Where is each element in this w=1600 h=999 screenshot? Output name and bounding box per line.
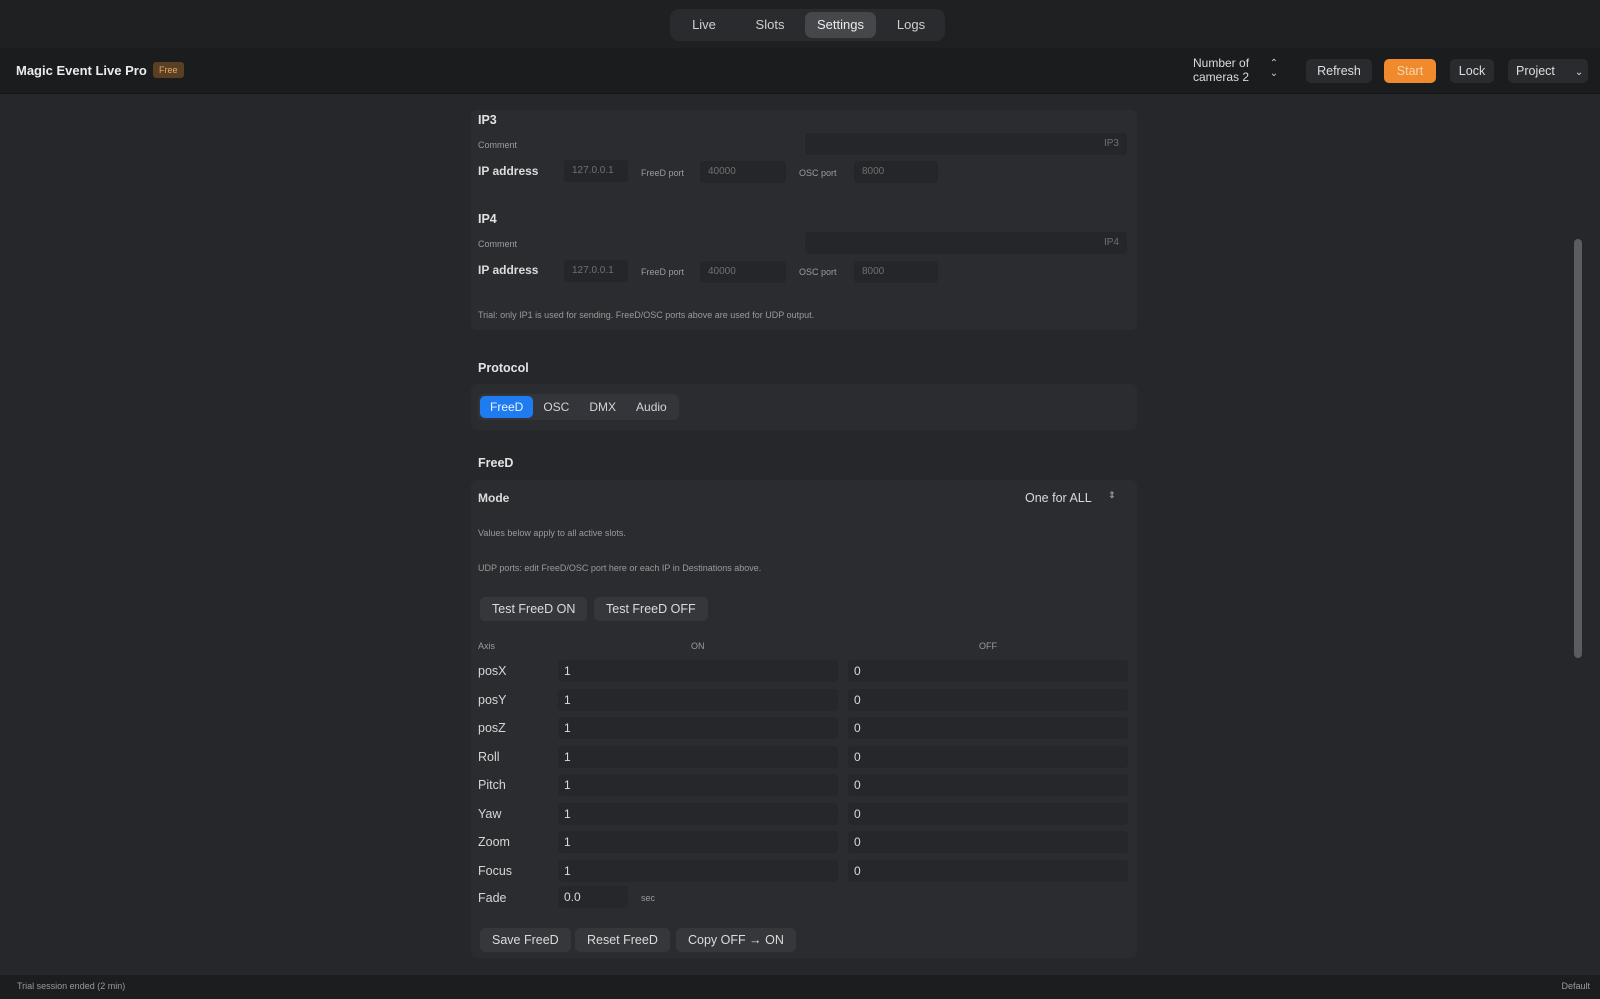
protocol-title: Protocol <box>478 361 529 375</box>
mode-label: Mode <box>478 491 510 505</box>
axis-off-input[interactable]: 0 <box>848 831 1128 853</box>
axis-on-input[interactable]: 1 <box>558 717 838 739</box>
protocol-option-audio[interactable]: Audio <box>626 396 677 418</box>
protocol-option-osc[interactable]: OSC <box>533 396 579 418</box>
scrollbar-thumb[interactable] <box>1574 239 1582 658</box>
freed-note-values: Values below apply to all active slots. <box>478 528 626 538</box>
axis-off-input[interactable]: 0 <box>848 860 1128 882</box>
fade-unit: sec <box>641 893 656 903</box>
ip3-osc-port-input[interactable]: 8000 <box>854 161 938 183</box>
ip4-ip-input[interactable]: 127.0.0.1 <box>564 260 628 282</box>
project-dropdown[interactable]: Project ⌄ <box>1508 59 1588 83</box>
axis-label: Roll <box>478 750 500 764</box>
test-freed-on-button[interactable]: Test FreeD ON <box>480 597 588 621</box>
axis-label: Pitch <box>478 778 506 792</box>
tab-slots[interactable]: Slots <box>739 12 801 38</box>
axis-off-input[interactable]: 0 <box>848 660 1128 682</box>
ip3-comment-label: Comment <box>478 140 518 150</box>
ip4-freed-port-input[interactable]: 40000 <box>700 261 786 283</box>
mode-select[interactable]: One for ALL <box>1025 491 1092 505</box>
axis-off-input[interactable]: 0 <box>848 689 1128 711</box>
axis-on-input[interactable]: 1 <box>558 831 838 853</box>
trial-note: Trial: only IP1 is used for sending. Fre… <box>478 310 815 320</box>
axis-label: posX <box>478 664 507 678</box>
chevron-down-icon: ⌄ <box>1574 67 1584 78</box>
ip3-comment-input[interactable]: IP3 <box>805 133 1127 155</box>
chevron-updown-icon[interactable]: ⇕ <box>1108 490 1116 501</box>
chevron-down-icon[interactable]: ⌄ <box>1266 69 1282 79</box>
freed-note-ports: UDP ports: edit FreeD/OSC port here or e… <box>478 563 762 573</box>
axis-label: posY <box>478 693 507 707</box>
camera-count-stepper[interactable]: ⌃ ⌄ <box>1266 59 1282 83</box>
status-bar: Trial session ended (2 min) Default <box>0 975 1600 999</box>
ip3-title: IP3 <box>478 113 497 127</box>
refresh-button[interactable]: Refresh <box>1306 59 1372 83</box>
project-label: Project <box>1516 64 1555 78</box>
copy-off-to-on-button[interactable]: Copy OFF → ON <box>676 928 796 952</box>
protocol-option-freed[interactable]: FreeD <box>480 396 534 418</box>
ip4-osc-port-input[interactable]: 8000 <box>854 261 938 283</box>
reset-freed-button[interactable]: Reset FreeD <box>575 928 670 952</box>
ip4-comment-label: Comment <box>478 239 518 249</box>
axis-on-input[interactable]: 1 <box>558 860 838 882</box>
axis-label: Yaw <box>478 807 502 821</box>
app-title: Magic Event Live Pro <box>16 63 147 78</box>
axis-off-input[interactable]: 0 <box>848 774 1128 796</box>
ip4-freed-port-label: FreeD port <box>641 267 685 277</box>
axis-on-input[interactable]: 1 <box>558 803 838 825</box>
ip3-ip-input[interactable]: 127.0.0.1 <box>564 160 628 182</box>
col-off-header: OFF <box>979 641 997 651</box>
protocol-selector: FreeD OSC DMX Audio <box>478 394 679 420</box>
lock-button[interactable]: Lock <box>1450 59 1494 83</box>
app-header: Magic Event Live Pro Free Number of came… <box>0 48 1600 94</box>
profile-label: Default <box>1561 981 1590 991</box>
col-axis-header: Axis <box>478 641 496 651</box>
axis-off-input[interactable]: 0 <box>848 803 1128 825</box>
main-tabs: Live Slots Settings Logs <box>670 9 945 41</box>
ip4-title: IP4 <box>478 212 497 226</box>
ip3-osc-port-label: OSC port <box>799 168 837 178</box>
fade-input[interactable]: 0.0 <box>558 886 628 908</box>
fade-label: Fade <box>478 891 507 905</box>
axis-on-input[interactable]: 1 <box>558 746 838 768</box>
axis-off-input[interactable]: 0 <box>848 717 1128 739</box>
axis-label: Focus <box>478 864 513 878</box>
tab-logs[interactable]: Logs <box>880 12 942 38</box>
test-freed-off-button[interactable]: Test FreeD OFF <box>594 597 708 621</box>
tab-live[interactable]: Live <box>673 12 735 38</box>
ip4-osc-port-label: OSC port <box>799 267 837 277</box>
protocol-option-dmx[interactable]: DMX <box>579 396 626 418</box>
tab-settings[interactable]: Settings <box>805 12 876 38</box>
top-tab-bar: Live Slots Settings Logs <box>0 0 1600 48</box>
plan-badge: Free <box>153 62 184 78</box>
axis-off-input[interactable]: 0 <box>848 746 1128 768</box>
col-on-header: ON <box>691 641 705 651</box>
ip4-comment-input[interactable]: IP4 <box>805 232 1127 254</box>
start-button[interactable]: Start <box>1384 59 1436 83</box>
axis-label: posZ <box>478 721 506 735</box>
ip4-ip-label: IP address <box>478 263 539 277</box>
cameras-label: Number of cameras 2 <box>1193 56 1250 84</box>
axis-label: Zoom <box>478 835 510 849</box>
ip3-ip-label: IP address <box>478 164 539 178</box>
ip3-freed-port-input[interactable]: 40000 <box>700 161 786 183</box>
axis-on-input[interactable]: 1 <box>558 660 838 682</box>
freed-title: FreeD <box>478 456 514 470</box>
ip3-freed-port-label: FreeD port <box>641 168 685 178</box>
axis-on-input[interactable]: 1 <box>558 774 838 796</box>
save-freed-button[interactable]: Save FreeD <box>480 928 571 952</box>
axis-on-input[interactable]: 1 <box>558 689 838 711</box>
session-status: Trial session ended (2 min) <box>17 981 126 991</box>
